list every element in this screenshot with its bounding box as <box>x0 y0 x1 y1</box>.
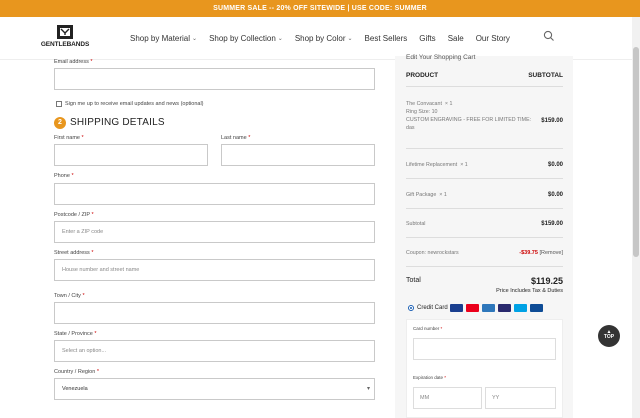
col-subtotal: SUBTOTAL <box>528 72 563 79</box>
state-label: State / Province * <box>54 331 97 337</box>
postcode-label: Postcode / ZIP * <box>54 212 94 218</box>
card-number-field[interactable] <box>413 338 556 360</box>
page-scrollbar[interactable] <box>632 17 640 418</box>
country-value: Venezuela <box>62 386 88 392</box>
card-brand-icon <box>450 304 463 312</box>
divider <box>406 148 563 149</box>
street-label: Street address * <box>54 250 94 256</box>
expiration-label: Expiration date * <box>413 375 447 380</box>
phone-field[interactable] <box>54 183 375 205</box>
item-price: $159.00 <box>541 118 563 124</box>
total-label: Total <box>406 277 421 284</box>
coupon-value: -$39.75 [Remove] <box>519 250 563 256</box>
top-label: TOP <box>603 334 615 340</box>
divider <box>406 208 563 209</box>
nav-item-gifts[interactable]: Gifts <box>419 34 435 43</box>
first-name-label: First name * <box>54 135 84 141</box>
subtotal-value: $159.00 <box>541 221 563 227</box>
divider <box>406 86 563 87</box>
nav-label: Shop by Collection <box>209 34 276 43</box>
nav-item-shop-by-color[interactable]: Shop by Color ⌄ <box>295 34 353 43</box>
card-brand-icon <box>498 304 511 312</box>
email-field[interactable] <box>54 68 375 90</box>
town-field[interactable] <box>54 302 375 324</box>
nav-label: Shop by Material <box>130 34 191 43</box>
divider <box>406 178 563 179</box>
nav-item-best-sellers[interactable]: Best Sellers <box>365 34 408 43</box>
nav-item-our-story[interactable]: Our Story <box>476 34 510 43</box>
chevron-down-icon: ⌄ <box>277 36 283 42</box>
newsletter-label: Sign me up to receive email updates and … <box>65 101 204 107</box>
divider <box>406 266 563 267</box>
nav-label: Shop by Color <box>294 34 346 43</box>
nav-label: Gifts <box>419 34 436 43</box>
subtotal-label: Subtotal <box>406 221 426 227</box>
summary-header: PRODUCT SUBTOTAL <box>406 72 563 79</box>
item-convacant: The Convacant × 1 Ring Size: 10 CUSTOM E… <box>406 101 532 131</box>
email-label: Email address * <box>54 59 93 65</box>
chevron-down-icon: ⌄ <box>347 36 353 42</box>
coupon-label: Coupon: newrockstars <box>406 250 459 256</box>
scroll-thumb[interactable] <box>633 47 639 257</box>
exp-year-field[interactable]: YY <box>485 387 556 409</box>
back-to-top-button[interactable]: ▲ TOP <box>598 325 620 347</box>
card-number-label: Card number * <box>413 326 443 331</box>
nav-label: Best Sellers <box>364 34 408 43</box>
last-name-label: Last name * <box>221 135 251 141</box>
coupon-remove-link[interactable]: [Remove] <box>539 250 563 256</box>
chevron-down-icon: ▾ <box>366 386 370 392</box>
card-brand-icon <box>514 304 527 312</box>
site-header: GENTLEBANDS Shop by Material ⌄ Shop by Col… <box>0 17 640 60</box>
street-field[interactable]: House number and street name <box>54 259 375 281</box>
item-lifetime: Lifetime Replacement × 1 <box>406 162 468 168</box>
col-product: PRODUCT <box>406 72 439 79</box>
search-icon[interactable] <box>543 30 555 42</box>
country-select[interactable]: Venezuela ▾ <box>54 378 375 400</box>
section-title: SHIPPING DETAILS <box>70 117 165 128</box>
coupon-discount: -$39.75 <box>519 250 538 256</box>
newsletter-checkbox[interactable] <box>56 101 62 107</box>
logo[interactable]: GENTLEBANDS <box>38 24 92 54</box>
promo-banner: SUMMER SALE -- 20% OFF SITEWIDE | USE CO… <box>0 0 640 17</box>
nav-item-shop-by-material[interactable]: Shop by Material ⌄ <box>130 34 197 43</box>
credit-card-radio[interactable] <box>408 305 414 311</box>
card-form: Card number * Expiration date * MM YY <box>406 319 563 418</box>
card-brand-icon <box>466 304 479 312</box>
item-price: $0.00 <box>547 192 563 198</box>
phone-label: Phone * <box>54 173 74 179</box>
tax-note: Price Includes Tax & Duties <box>496 288 563 294</box>
nav-item-sale[interactable]: Sale <box>448 34 464 43</box>
order-summary: Edit Your Shopping Cart PRODUCT SUBTOTAL… <box>395 54 573 418</box>
card-brand-icons <box>450 304 543 312</box>
item-price: $0.00 <box>547 162 563 168</box>
edit-cart-link[interactable]: Edit Your Shopping Cart <box>406 54 475 61</box>
step-badge: 2 <box>54 117 66 129</box>
main-nav: Shop by Material ⌄ Shop by Collection ⌄ Shop… <box>130 34 522 43</box>
nav-item-shop-by-collection[interactable]: Shop by Collection ⌄ <box>209 34 283 43</box>
nav-label: Sale <box>447 34 464 43</box>
country-label: Country / Region * <box>54 369 99 375</box>
total-value: $119.25 <box>530 276 563 286</box>
card-brand-icon <box>482 304 495 312</box>
state-select[interactable]: Select an option... <box>54 340 375 362</box>
nav-label: Our Story <box>475 34 510 43</box>
item-gift-package: Gift Package × 1 <box>406 192 447 198</box>
divider <box>406 237 563 238</box>
last-name-field[interactable] <box>221 144 375 166</box>
card-brand-icon <box>530 304 543 312</box>
first-name-field[interactable] <box>54 144 208 166</box>
postcode-field[interactable]: Enter a ZIP code <box>54 221 375 243</box>
town-label: Town / City * <box>54 293 85 299</box>
chevron-down-icon: ⌄ <box>192 36 198 42</box>
logo-mark-icon <box>57 25 73 39</box>
exp-month-field[interactable]: MM <box>413 387 482 409</box>
credit-card-label: Credit Card <box>417 305 448 311</box>
logo-text: GENTLEBANDS <box>40 41 90 48</box>
